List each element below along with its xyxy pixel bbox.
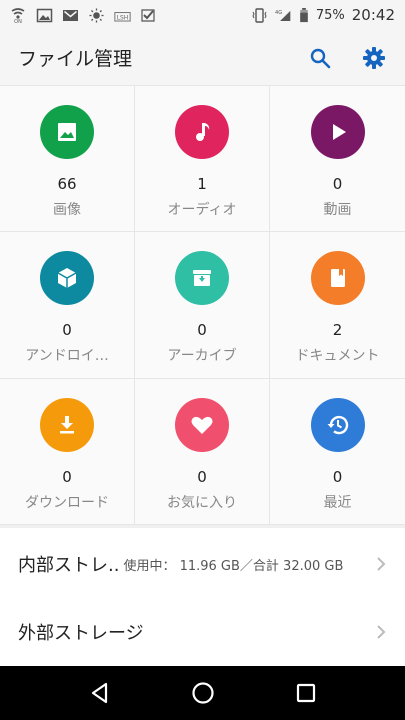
download-icon [60,416,74,434]
category-icon-bg [175,398,229,452]
home-icon [191,682,214,704]
archive-icon [193,270,211,286]
brightness-icon [89,8,104,22]
vibrate-icon [252,7,267,23]
internal-storage-title: 内部ストレ.. [18,555,120,576]
image-icon [58,123,76,141]
search-icon [310,48,331,68]
category-label: 動画 [323,202,352,218]
internal-storage-row[interactable]: 内部ストレ.. 使用中： 11.96 GB／合計 32.00 GB [0,528,405,601]
category-count: 66 [57,175,77,193]
category-count: 0 [332,175,343,193]
category-documents[interactable]: 2 ドキュメント [270,232,405,379]
category-audio[interactable]: 1 オーディオ [135,86,270,232]
category-label: 最近 [323,495,352,511]
wifi-call-icon: ON [11,7,25,23]
category-count: 0 [62,468,72,486]
lsh-icon: LSH [114,11,131,22]
category-label: アーカイブ [167,348,237,364]
gear-icon [363,46,385,69]
clock: 20:42 [351,6,395,24]
app-bar: ファイル管理 [0,30,405,86]
category-icon-bg [310,251,365,305]
category-label: 画像 [53,202,81,218]
network-type: 4G [275,10,282,16]
category-icon-bg [40,251,94,305]
check-icon [141,8,155,22]
document-icon [330,269,345,287]
category-icon-bg [310,105,365,159]
notification-icons: ON LSH [10,7,157,23]
category-icon-bg [40,398,94,452]
heart-icon [191,416,213,434]
category-label: ダウンロード [25,495,109,511]
internal-storage-usage: 使用中： 11.96 GB／合計 32.00 GB [123,558,344,574]
home-button[interactable] [188,678,218,708]
category-label: お気に入り [167,495,237,511]
app-title: ファイル管理 [18,48,133,70]
category-recent[interactable]: 0 最近 [270,379,405,525]
package-icon [57,268,77,288]
settings-button[interactable] [361,45,387,71]
gmail-icon [63,9,78,21]
category-video[interactable]: 0 動画 [270,86,405,232]
music-note-icon [196,123,210,141]
recents-icon [296,683,315,703]
image-icon [36,8,53,22]
category-icon-bg [40,105,94,159]
signal-icon: 4G [275,10,291,21]
app-bar-actions [307,45,387,71]
category-icon-bg [175,251,229,305]
battery-icon [300,7,308,22]
category-favorites[interactable]: 0 お気に入り [135,379,270,525]
svg-text:ON: ON [14,19,22,23]
play-icon [332,124,346,140]
chevron-right-icon [377,625,386,639]
category-grid: 66 画像 1 オーディオ 0 動画 0 アンドロイ… 0 アーカイブ 2 ドキ [0,86,405,525]
category-images[interactable]: 66 画像 [0,86,135,232]
category-icon-bg [175,105,229,159]
category-count: 1 [197,175,207,193]
recents-button[interactable] [291,678,321,708]
category-icon-bg [310,398,365,452]
category-android[interactable]: 0 アンドロイ… [0,232,135,379]
category-downloads[interactable]: 0 ダウンロード [0,379,135,525]
category-count: 0 [62,321,72,339]
category-label: オーディオ [167,202,237,218]
chevron-right-icon [377,557,386,571]
external-storage-row[interactable]: 外部ストレージ [0,598,405,666]
back-button[interactable] [85,678,115,708]
category-label: ドキュメント [295,348,380,364]
svg-text:LSH: LSH [117,14,129,21]
category-count: 0 [332,468,343,486]
battery-percent: 75% [315,7,345,23]
back-icon [91,682,107,704]
system-icons: 4G 75% 20:42 [251,6,395,24]
category-label: アンドロイ… [25,348,109,364]
external-storage-title: 外部ストレージ [18,623,144,644]
history-icon [327,415,348,435]
category-count: 2 [332,321,343,339]
category-count: 0 [197,321,207,339]
category-archive[interactable]: 0 アーカイブ [135,232,270,379]
status-bar: ON LSH 4G 75% 20:42 [0,0,405,30]
category-count: 0 [197,468,207,486]
search-button[interactable] [307,45,333,71]
navigation-bar [0,666,405,720]
